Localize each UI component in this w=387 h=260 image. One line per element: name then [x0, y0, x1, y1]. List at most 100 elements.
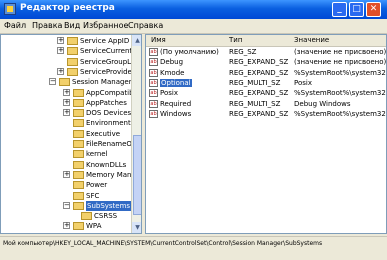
- tree-item[interactable]: Environment: [1, 118, 131, 128]
- folder-icon: [73, 109, 84, 118]
- tree-scrollbar[interactable]: ▲ ▼: [131, 35, 141, 233]
- scroll-up-arrow-icon[interactable]: ▲: [132, 35, 141, 46]
- tree-item[interactable]: + DOS Devices: [1, 108, 131, 118]
- value-data: Posix: [294, 78, 312, 87]
- collapse-icon[interactable]: −: [49, 78, 56, 86]
- menu-help[interactable]: Справка: [128, 21, 163, 30]
- tree-item[interactable]: KnownDLLs: [1, 160, 131, 170]
- folder-icon: [73, 119, 84, 128]
- tree-item[interactable]: +Memory Management: [1, 170, 141, 180]
- menu-favorites[interactable]: Избранное: [83, 21, 128, 30]
- tree-item-label: Executive: [86, 129, 121, 138]
- close-button[interactable]: ✕: [366, 2, 381, 17]
- value-type: REG_MULTI_SZ: [229, 99, 281, 108]
- tree-item-label: SFC: [86, 191, 100, 200]
- tree-item-label: ServiceCurrent: [80, 47, 133, 56]
- collapse-icon[interactable]: −: [63, 201, 70, 209]
- folder-icon: [67, 37, 78, 45]
- value-row[interactable]: ab Required REG_MULTI_SZ Debug Windows: [146, 99, 386, 109]
- tree-item[interactable]: + ServiceCurrent: [1, 46, 133, 56]
- expand-icon[interactable]: +: [63, 170, 70, 178]
- value-row[interactable]: ab (По умолчанию) REG_SZ (значение не присв…: [146, 47, 386, 57]
- folder-icon: [73, 170, 84, 179]
- tree-item[interactable]: ServiceGroupList: [1, 57, 139, 67]
- folder-icon: [81, 212, 92, 221]
- tree-item[interactable]: FileRenameOperations: [1, 139, 141, 149]
- registry-tree[interactable]: + Service AppID + ServiceCurrent ServiceGrou…: [0, 34, 142, 234]
- folder-icon: [73, 140, 84, 148]
- tree-item-label: Power: [86, 181, 108, 190]
- value-data: (значение не присвоено): [294, 58, 387, 67]
- expand-icon[interactable]: +: [57, 67, 64, 75]
- maximize-button[interactable]: □: [349, 2, 364, 17]
- expand-icon[interactable]: +: [63, 109, 70, 117]
- list-header: Имя Тип Значение: [146, 35, 386, 47]
- scroll-thumb[interactable]: [133, 135, 141, 215]
- menu-bar: Файл Правка Вид Избранное Справка: [0, 19, 387, 34]
- tree-item-label: Service AppID: [80, 37, 130, 45]
- expand-icon[interactable]: +: [57, 47, 64, 55]
- tree-item-label: Environment: [86, 119, 131, 128]
- tree-item[interactable]: SFC: [1, 191, 131, 201]
- expand-icon[interactable]: +: [63, 98, 70, 106]
- tree-item[interactable]: + Service AppID: [1, 36, 131, 46]
- tree-item[interactable]: kernel: [1, 149, 131, 159]
- regedit-app-icon: [4, 3, 16, 15]
- tree-item[interactable]: + WPA: [1, 221, 131, 231]
- scroll-down-arrow-icon[interactable]: ▼: [132, 222, 141, 233]
- folder-icon: [73, 191, 84, 200]
- folder-icon: [73, 181, 84, 190]
- minimize-button[interactable]: _: [332, 2, 347, 17]
- folder-icon: [73, 98, 84, 107]
- value-row[interactable]: ab Optional REG_MULTI_SZ Posix: [146, 78, 386, 88]
- title-bar[interactable]: Редактор реестра _ □ ✕: [0, 0, 387, 19]
- tree-item[interactable]: + AppCompatibility: [1, 88, 141, 98]
- value-name: Debug: [160, 58, 184, 67]
- menu-view[interactable]: Вид: [64, 21, 80, 30]
- string-value-icon: ab: [149, 89, 158, 98]
- tree-item[interactable]: − Session Manager: [1, 77, 132, 87]
- tree-item-label: KnownDLLs: [86, 160, 127, 169]
- column-type[interactable]: Тип: [229, 36, 242, 44]
- value-type: REG_EXPAND_SZ: [229, 109, 289, 118]
- value-name: Windows: [160, 109, 192, 118]
- tree-item-label: SubSystems: [86, 200, 132, 211]
- value-type: REG_MULTI_SZ: [229, 78, 281, 87]
- expand-icon[interactable]: +: [63, 222, 70, 230]
- column-data[interactable]: Значение: [294, 36, 329, 44]
- tree-item[interactable]: CSRSS: [1, 211, 131, 221]
- tree-item-label: kernel: [86, 150, 108, 159]
- value-name: Required: [160, 99, 192, 108]
- expand-icon[interactable]: +: [57, 37, 64, 44]
- menu-edit[interactable]: Правка: [32, 21, 62, 30]
- string-value-icon: ab: [149, 99, 158, 108]
- value-row[interactable]: ab Posix REG_EXPAND_SZ %SystemRoot%\system3…: [146, 88, 386, 98]
- folder-icon: [67, 47, 78, 56]
- value-name: Kmode: [160, 68, 185, 77]
- tree-item[interactable]: Power: [1, 180, 131, 190]
- tree-item[interactable]: Executive: [1, 129, 131, 139]
- tree-item-label: ServiceProvider: [80, 67, 135, 76]
- value-name: (По умолчанию): [160, 48, 219, 56]
- tree-item[interactable]: − SubSystems: [1, 200, 132, 211]
- folder-icon: [73, 222, 84, 231]
- menu-file[interactable]: Файл: [4, 21, 26, 30]
- folder-icon: [67, 67, 78, 76]
- value-type: REG_SZ: [229, 48, 257, 56]
- folder-icon: [73, 129, 84, 138]
- tree-item-label: DOS Devices: [86, 109, 132, 118]
- string-value-icon: ab: [149, 48, 158, 56]
- string-value-icon: ab: [149, 58, 158, 67]
- value-name: Posix: [160, 89, 178, 98]
- tree-item-label: WPA: [86, 222, 102, 231]
- tree-item[interactable]: + ServiceProvider: [1, 67, 135, 77]
- value-row[interactable]: ab Kmode REG_EXPAND_SZ %SystemRoot%\system3…: [146, 68, 386, 78]
- folder-icon: [73, 201, 84, 210]
- values-list[interactable]: Имя Тип Значение ab (По умолчанию) REG_SZ(…: [145, 34, 387, 234]
- column-name[interactable]: Имя: [151, 36, 166, 44]
- value-data: Debug Windows: [294, 99, 351, 108]
- expand-icon[interactable]: +: [63, 88, 70, 96]
- value-row[interactable]: ab Windows REG_EXPAND_SZ %SystemRoot%\syste…: [146, 109, 386, 119]
- value-row[interactable]: ab Debug REG_EXPAND_SZ (значение не присвое…: [146, 57, 387, 67]
- tree-item[interactable]: + AppPatches: [1, 98, 131, 108]
